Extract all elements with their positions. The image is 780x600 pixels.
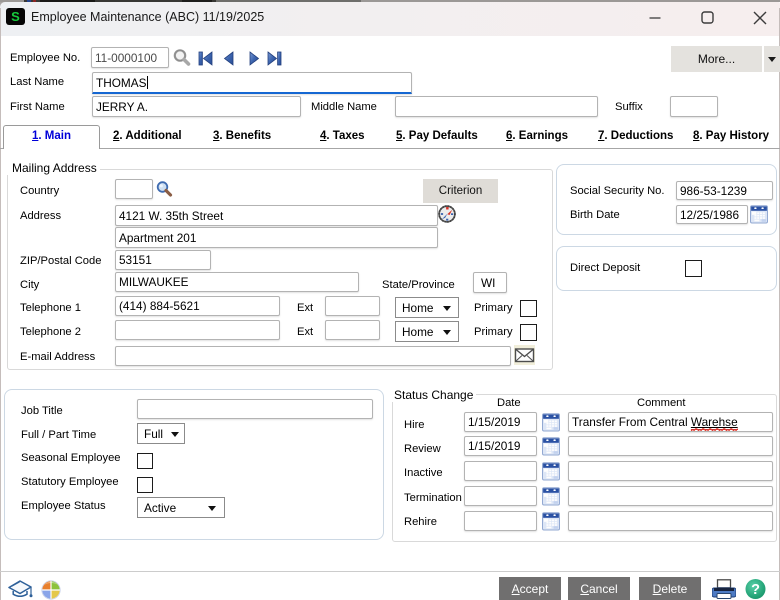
svg-text:?: ? [751,582,760,598]
